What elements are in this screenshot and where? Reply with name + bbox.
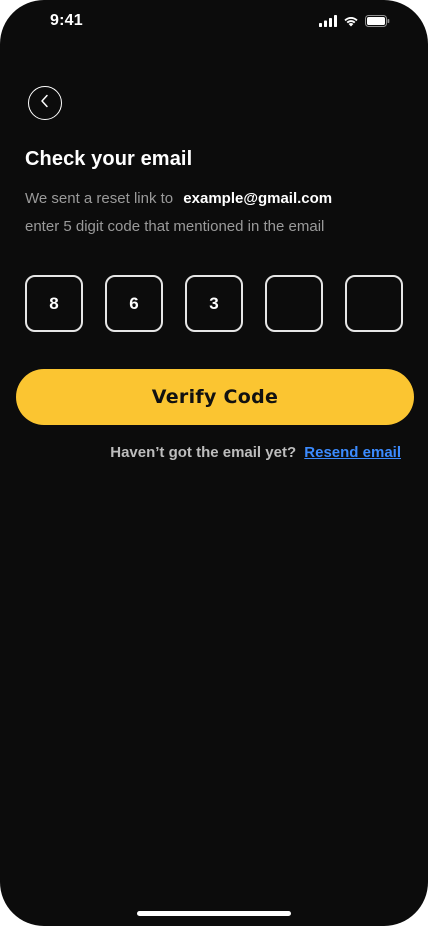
description-line-2: enter 5 digit code that mentioned in the… — [25, 218, 325, 235]
back-button[interactable] — [28, 86, 62, 120]
status-time: 9:41 — [50, 12, 83, 29]
description-line-1: We sent a reset link to example@gmail.co… — [25, 190, 332, 207]
resend-prompt: Haven’t got the email yet? — [110, 444, 297, 461]
description-prefix: We sent a reset link to — [25, 190, 174, 207]
code-digit-2[interactable]: 6 — [105, 275, 163, 332]
page-title: Check your email — [25, 148, 193, 170]
status-bar: 9:41 — [0, 0, 428, 44]
resend-row: Haven’t got the email yet? Resend email — [110, 444, 401, 461]
status-icons — [319, 14, 390, 32]
chevron-left-icon — [39, 94, 51, 113]
code-digit-4[interactable] — [265, 275, 323, 332]
battery-icon — [365, 14, 390, 32]
code-digit-3[interactable]: 3 — [185, 275, 243, 332]
home-indicator — [137, 911, 291, 916]
verify-code-button[interactable]: Verify Code — [16, 369, 414, 425]
code-input-row: 8 6 3 — [25, 275, 403, 332]
email-address: example@gmail.com — [183, 190, 333, 207]
code-digit-1[interactable]: 8 — [25, 275, 83, 332]
code-digit-5[interactable] — [345, 275, 403, 332]
phone-screen: 9:41 Check your email We sent a reset li… — [0, 0, 428, 926]
signal-icon — [319, 14, 337, 32]
wifi-icon — [343, 14, 359, 32]
resend-email-link[interactable]: Resend email — [304, 444, 401, 461]
